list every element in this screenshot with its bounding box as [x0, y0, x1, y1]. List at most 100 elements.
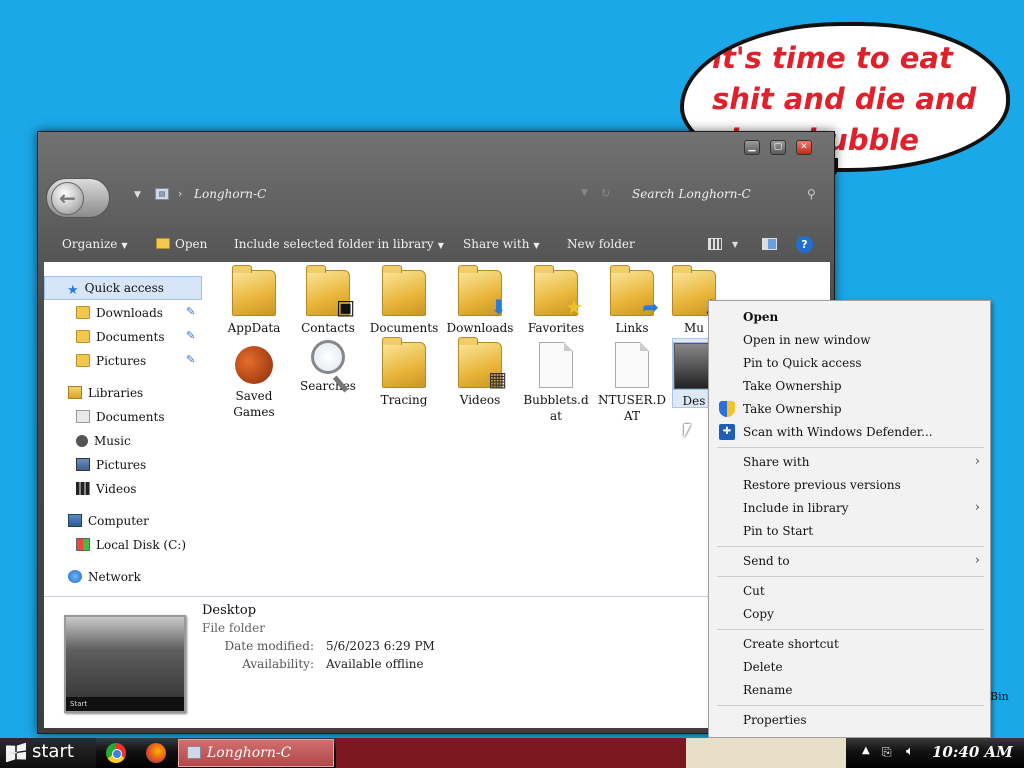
file-item-documents[interactable]: Documents: [368, 265, 440, 336]
folder-icon: [382, 337, 426, 388]
include-label: Include selected folder in library: [234, 237, 434, 251]
maximize-button[interactable]: ▢: [770, 140, 786, 155]
nav-libraries[interactable]: Libraries: [44, 382, 202, 404]
open-button[interactable]: Open: [156, 237, 207, 251]
search-input[interactable]: Search Longhorn-C: [632, 187, 751, 201]
file-item-appdata[interactable]: AppData: [218, 265, 290, 336]
menu-share-with[interactable]: Share with ›: [709, 451, 990, 473]
firefox-icon[interactable]: [146, 743, 166, 763]
availability-value[interactable]: Available offline: [326, 657, 424, 671]
documents-icon: [76, 410, 90, 423]
volume-icon[interactable]: 🔈︎: [906, 744, 914, 759]
close-button[interactable]: ✕: [796, 140, 812, 155]
view-options-caret-icon[interactable]: ▼: [732, 240, 738, 249]
menu-label: Scan with Windows Defender...: [743, 425, 933, 439]
menu-take-ownership-1[interactable]: Take Ownership: [709, 375, 990, 397]
thumbnail-start-label: Start: [66, 697, 184, 711]
menu-pin-quick-access[interactable]: Pin to Quick access: [709, 352, 990, 374]
file-label: Bubblets.dat: [523, 393, 589, 423]
file-label: Documents: [369, 321, 439, 335]
preview-pane-icon[interactable]: [762, 238, 777, 250]
address-bar[interactable]: Longhorn-C: [194, 187, 266, 201]
videos-folder-icon: ▦: [458, 337, 507, 389]
start-button[interactable]: start: [0, 738, 96, 768]
file-item-searches[interactable]: Searches: [292, 338, 364, 394]
file-label: AppData: [227, 321, 281, 335]
file-item-links[interactable]: ➦ Links: [596, 265, 668, 336]
mouse-cursor-icon: [684, 424, 698, 438]
help-icon[interactable]: ?: [796, 236, 813, 253]
desktop-thumbnail: Start: [64, 615, 186, 713]
nav-computer[interactable]: Computer: [44, 510, 202, 532]
nav-documents[interactable]: Documents ✎: [44, 326, 202, 348]
menu-separator: [717, 576, 984, 577]
share-with-button[interactable]: Share with ▼: [463, 237, 540, 251]
caret-down-icon: ▼: [533, 241, 540, 250]
menu-delete[interactable]: Delete: [709, 656, 990, 678]
menu-send-to[interactable]: Send to ›: [709, 550, 990, 572]
nav-lib-videos[interactable]: Videos: [44, 478, 202, 500]
file-item-saved-games[interactable]: Saved Games: [218, 338, 290, 420]
menu-scan-defender[interactable]: ✚ Scan with Windows Defender...: [709, 421, 990, 443]
nav-lib-music[interactable]: Music: [44, 430, 202, 452]
nav-local-disk[interactable]: Local Disk (C:): [44, 534, 202, 556]
include-library-button[interactable]: Include selected folder in library ▼: [234, 237, 444, 251]
menu-rename[interactable]: Rename: [709, 679, 990, 701]
file-label: Favorites: [527, 321, 585, 335]
menu-open[interactable]: Open: [709, 306, 990, 328]
nav-pictures[interactable]: Pictures ✎: [44, 350, 202, 372]
menu-include-library[interactable]: Include in library ›: [709, 497, 990, 519]
taskbar-explorer-button[interactable]: Longhorn-C: [178, 739, 334, 767]
file-label: Saved Games: [233, 389, 275, 419]
chrome-icon[interactable]: [106, 743, 126, 763]
refresh-icon[interactable]: ↻: [601, 187, 610, 200]
nav-lib-pictures[interactable]: Pictures: [44, 454, 202, 476]
nav-network[interactable]: Network: [44, 566, 202, 588]
nav-downloads[interactable]: Downloads ✎: [44, 302, 202, 324]
share-label: Share with: [463, 237, 530, 251]
back-button[interactable]: ←: [46, 178, 110, 218]
submenu-arrow-icon: ›: [974, 553, 980, 568]
folder-icon: [156, 238, 170, 249]
file-label: NTUSER.DAT: [597, 393, 667, 423]
menu-properties[interactable]: Properties: [709, 709, 990, 731]
menu-take-ownership-2[interactable]: Take Ownership: [709, 398, 990, 420]
network-tray-icon[interactable]: ⎘: [882, 745, 892, 760]
file-item-downloads[interactable]: ⬇ Downloads: [444, 265, 516, 336]
file-item-ntuser[interactable]: NTUSER.DAT: [596, 338, 668, 424]
recycle-bin-label[interactable]: Bin: [990, 690, 1009, 703]
nav-lib-documents[interactable]: Documents: [44, 406, 202, 428]
menu-open-new-window[interactable]: Open in new window: [709, 329, 990, 351]
nav-label: Pictures: [96, 458, 147, 472]
breadcrumb-chevron-icon[interactable]: ›: [178, 187, 182, 200]
clock[interactable]: 10:40 AM: [932, 743, 1013, 761]
pictures-icon: [76, 458, 90, 471]
caret-down-icon: ▼: [437, 241, 444, 250]
menu-copy[interactable]: Copy: [709, 603, 990, 625]
show-hidden-icons-icon[interactable]: ▲: [862, 745, 870, 756]
file-label: Videos: [459, 393, 501, 407]
menu-restore-versions[interactable]: Restore previous versions: [709, 474, 990, 496]
file-item-favorites[interactable]: ★ Favorites: [520, 265, 592, 336]
submenu-arrow-icon: ›: [974, 454, 980, 469]
search-icon[interactable]: ⚲: [807, 187, 816, 201]
file-item-contacts[interactable]: ▣ Contacts: [292, 265, 364, 336]
file-label: Links: [615, 321, 649, 335]
file-item-videos[interactable]: ▦ Videos: [444, 337, 516, 408]
menu-label: Take Ownership: [743, 402, 842, 416]
recent-locations-icon[interactable]: ▼: [134, 190, 141, 200]
address-dropdown-icon[interactable]: ▼: [581, 188, 588, 198]
minimize-button[interactable]: ▁: [744, 140, 760, 155]
nav-quick-access[interactable]: ★ Quick access: [44, 276, 202, 300]
menu-pin-start[interactable]: Pin to Start: [709, 520, 990, 542]
folder-icon: [76, 330, 90, 343]
menu-create-shortcut[interactable]: Create shortcut: [709, 633, 990, 655]
file-label: Downloads: [446, 321, 514, 335]
file-item-tracing[interactable]: Tracing: [368, 337, 440, 408]
new-folder-button[interactable]: New folder: [567, 237, 635, 251]
file-item-bubblets[interactable]: Bubblets.dat: [520, 338, 592, 424]
menu-cut[interactable]: Cut: [709, 580, 990, 602]
organize-button[interactable]: Organize ▼: [62, 237, 128, 251]
local-disk-icon: [76, 538, 90, 551]
change-view-icon[interactable]: [708, 238, 722, 250]
